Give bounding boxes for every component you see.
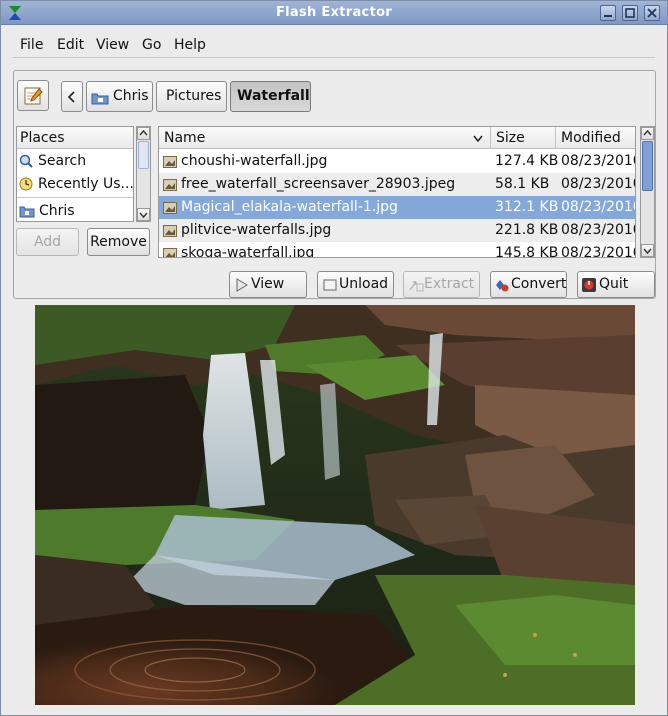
image-preview [35, 305, 635, 705]
unload-button-label: Unload [339, 276, 389, 292]
file-name: Magical_elakala-waterfall-1.jpg [181, 199, 398, 215]
home-folder-icon [19, 206, 35, 218]
remove-place-button[interactable]: Remove [87, 228, 150, 256]
image-file-icon [163, 248, 177, 257]
file-name: skoga-waterfall.jpg [181, 245, 315, 258]
image-file-icon [163, 156, 177, 168]
menu-bar: File Edit View Go Help [13, 32, 655, 58]
places-list: Places Search Recently Us... Chris [16, 126, 134, 222]
extract-arrow-icon [409, 281, 424, 292]
places-item-label: Recently Us... [38, 176, 134, 192]
sort-descending-icon [473, 135, 483, 143]
quit-power-icon [582, 278, 596, 292]
maximize-button[interactable] [622, 5, 638, 21]
convert-shapes-icon [496, 280, 509, 292]
scroll-up-arrow[interactable] [641, 127, 654, 140]
title-bar[interactable]: Flash Extractor [1, 1, 667, 25]
menu-edit[interactable]: Edit [57, 37, 84, 53]
column-name-label: Name [164, 130, 206, 146]
play-triangle-icon [236, 278, 248, 292]
file-name: choushi-waterfall.jpg [181, 153, 328, 169]
column-modified-label: Modified [561, 130, 621, 146]
places-item-recent[interactable]: Recently Us... [17, 173, 134, 196]
extract-button-label: Extract [424, 276, 475, 292]
column-size-label: Size [496, 130, 525, 146]
file-row[interactable]: free_waterfall_screensaver_28903.jpeg 58… [159, 173, 636, 196]
column-name-header[interactable]: Name [159, 127, 491, 149]
menu-help[interactable]: Help [174, 37, 206, 53]
minimize-button[interactable] [600, 5, 616, 21]
window-title: Flash Extractor [275, 5, 393, 20]
file-modified: 08/23/2010 [561, 199, 636, 215]
column-size-header[interactable]: Size [491, 127, 556, 149]
quit-button[interactable]: Quit [577, 271, 655, 298]
places-scroll-thumb[interactable] [138, 141, 149, 169]
scroll-down-arrow[interactable] [641, 244, 654, 257]
menu-file[interactable]: File [20, 37, 43, 53]
file-modified: 08/23/2010 [561, 176, 636, 192]
places-header[interactable]: Places [17, 127, 133, 149]
quit-button-label: Quit [599, 276, 629, 292]
view-button-label: View [251, 276, 285, 292]
magnifier-icon [19, 154, 33, 168]
file-name: free_waterfall_screensaver_28903.jpeg [181, 176, 456, 192]
file-name: plitvice-waterfalls.jpg [181, 222, 332, 238]
edit-location-button[interactable] [17, 80, 49, 111]
convert-button[interactable]: Convert [490, 271, 567, 298]
menu-go[interactable]: Go [142, 37, 161, 53]
crumb-waterfall-button[interactable]: Waterfall [230, 81, 311, 112]
path-back-button[interactable] [61, 81, 83, 112]
remove-place-label: Remove [90, 234, 147, 250]
extract-button[interactable]: Extract [403, 271, 480, 298]
places-item-label: Search [38, 153, 87, 169]
file-modified: 08/23/2010 [561, 153, 636, 169]
crumb-pictures-button[interactable]: Pictures [156, 81, 227, 112]
convert-button-label: Convert [511, 276, 567, 292]
pencil-notepad-icon [24, 87, 43, 105]
add-place-label: Add [33, 234, 62, 250]
file-size: 58.1 KB [495, 176, 550, 192]
file-row[interactable]: skoga-waterfall.jpg 145.8 KB 08/23/2010 [159, 242, 636, 258]
file-row[interactable]: plitvice-waterfalls.jpg 221.8 KB 08/23/2… [159, 219, 636, 242]
places-item-search[interactable]: Search [17, 150, 133, 173]
menu-view[interactable]: View [96, 37, 129, 53]
clock-icon [19, 177, 33, 191]
unload-button[interactable]: Unload [317, 271, 394, 298]
main-window: Flash Extractor File Edit View Go Help C… [0, 0, 668, 716]
file-list-scroll-thumb[interactable] [642, 141, 653, 191]
view-button[interactable]: View [229, 271, 307, 298]
add-place-button[interactable]: Add [16, 228, 79, 256]
file-row[interactable]: choushi-waterfall.jpg 127.4 KB 08/23/201… [159, 150, 636, 173]
file-row-selected[interactable]: Magical_elakala-waterfall-1.jpg 312.1 KB… [159, 196, 636, 219]
file-list-header: Name Size Modified [159, 127, 635, 149]
chevron-left-icon [67, 91, 75, 103]
file-size: 127.4 KB [495, 153, 559, 169]
file-list-scrollbar[interactable] [640, 126, 655, 258]
places-item-label: Chris [39, 203, 75, 219]
places-header-label: Places [20, 130, 65, 146]
places-item-chris[interactable]: Chris [17, 200, 133, 221]
column-modified-header[interactable]: Modified [556, 127, 635, 149]
image-file-icon [163, 225, 177, 237]
places-separator [17, 197, 133, 198]
scroll-down-arrow[interactable] [137, 208, 150, 221]
file-list: Name Size Modified choushi-waterfall.jpg… [158, 126, 636, 258]
home-folder-icon [91, 93, 109, 105]
file-size: 312.1 KB [495, 199, 559, 215]
file-chooser-panel: Chris Pictures Waterfall Places Search R… [13, 70, 656, 299]
crumb-waterfall-label: Waterfall [237, 88, 310, 104]
places-scrollbar[interactable] [136, 126, 151, 222]
file-modified: 08/23/2010 [561, 245, 636, 258]
crumb-pictures-label: Pictures [166, 88, 222, 104]
scroll-up-arrow[interactable] [137, 127, 150, 140]
file-size: 145.8 KB [495, 245, 559, 258]
image-file-icon [163, 202, 177, 214]
file-modified: 08/23/2010 [561, 222, 636, 238]
crumb-chris-button[interactable]: Chris [86, 81, 153, 112]
close-button[interactable] [644, 5, 660, 21]
crumb-chris-label: Chris [113, 88, 149, 104]
unload-box-icon [323, 279, 337, 291]
image-file-icon [163, 179, 177, 191]
file-size: 221.8 KB [495, 222, 559, 238]
